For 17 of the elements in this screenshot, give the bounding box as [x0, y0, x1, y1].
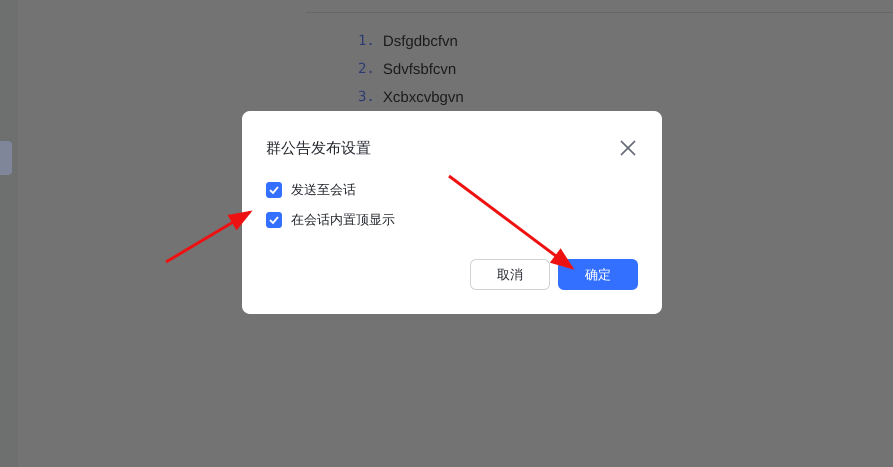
checkmark-icon	[269, 216, 279, 224]
checkbox-label: 在会话内置顶显示	[291, 212, 395, 228]
list-item-text: Sdvfsbfcvn	[382, 60, 456, 78]
checkbox[interactable]	[266, 182, 282, 198]
cancel-button[interactable]: 取消	[470, 259, 550, 290]
checkbox-label: 发送至会话	[291, 182, 356, 198]
list-item-text: Dsfgdbcfvn	[382, 32, 458, 50]
dialog-title: 群公告发布设置	[266, 138, 371, 158]
checkbox[interactable]	[266, 212, 282, 228]
list-number: 3.	[358, 89, 375, 105]
list-item-text: Xcbxcvbgvn	[382, 88, 464, 106]
list-number: 2.	[358, 61, 375, 77]
checkmark-icon	[269, 186, 279, 194]
close-icon	[618, 138, 638, 158]
confirm-button[interactable]: 确定	[558, 259, 638, 290]
close-button[interactable]	[618, 138, 638, 158]
list-number: 1.	[358, 33, 375, 49]
